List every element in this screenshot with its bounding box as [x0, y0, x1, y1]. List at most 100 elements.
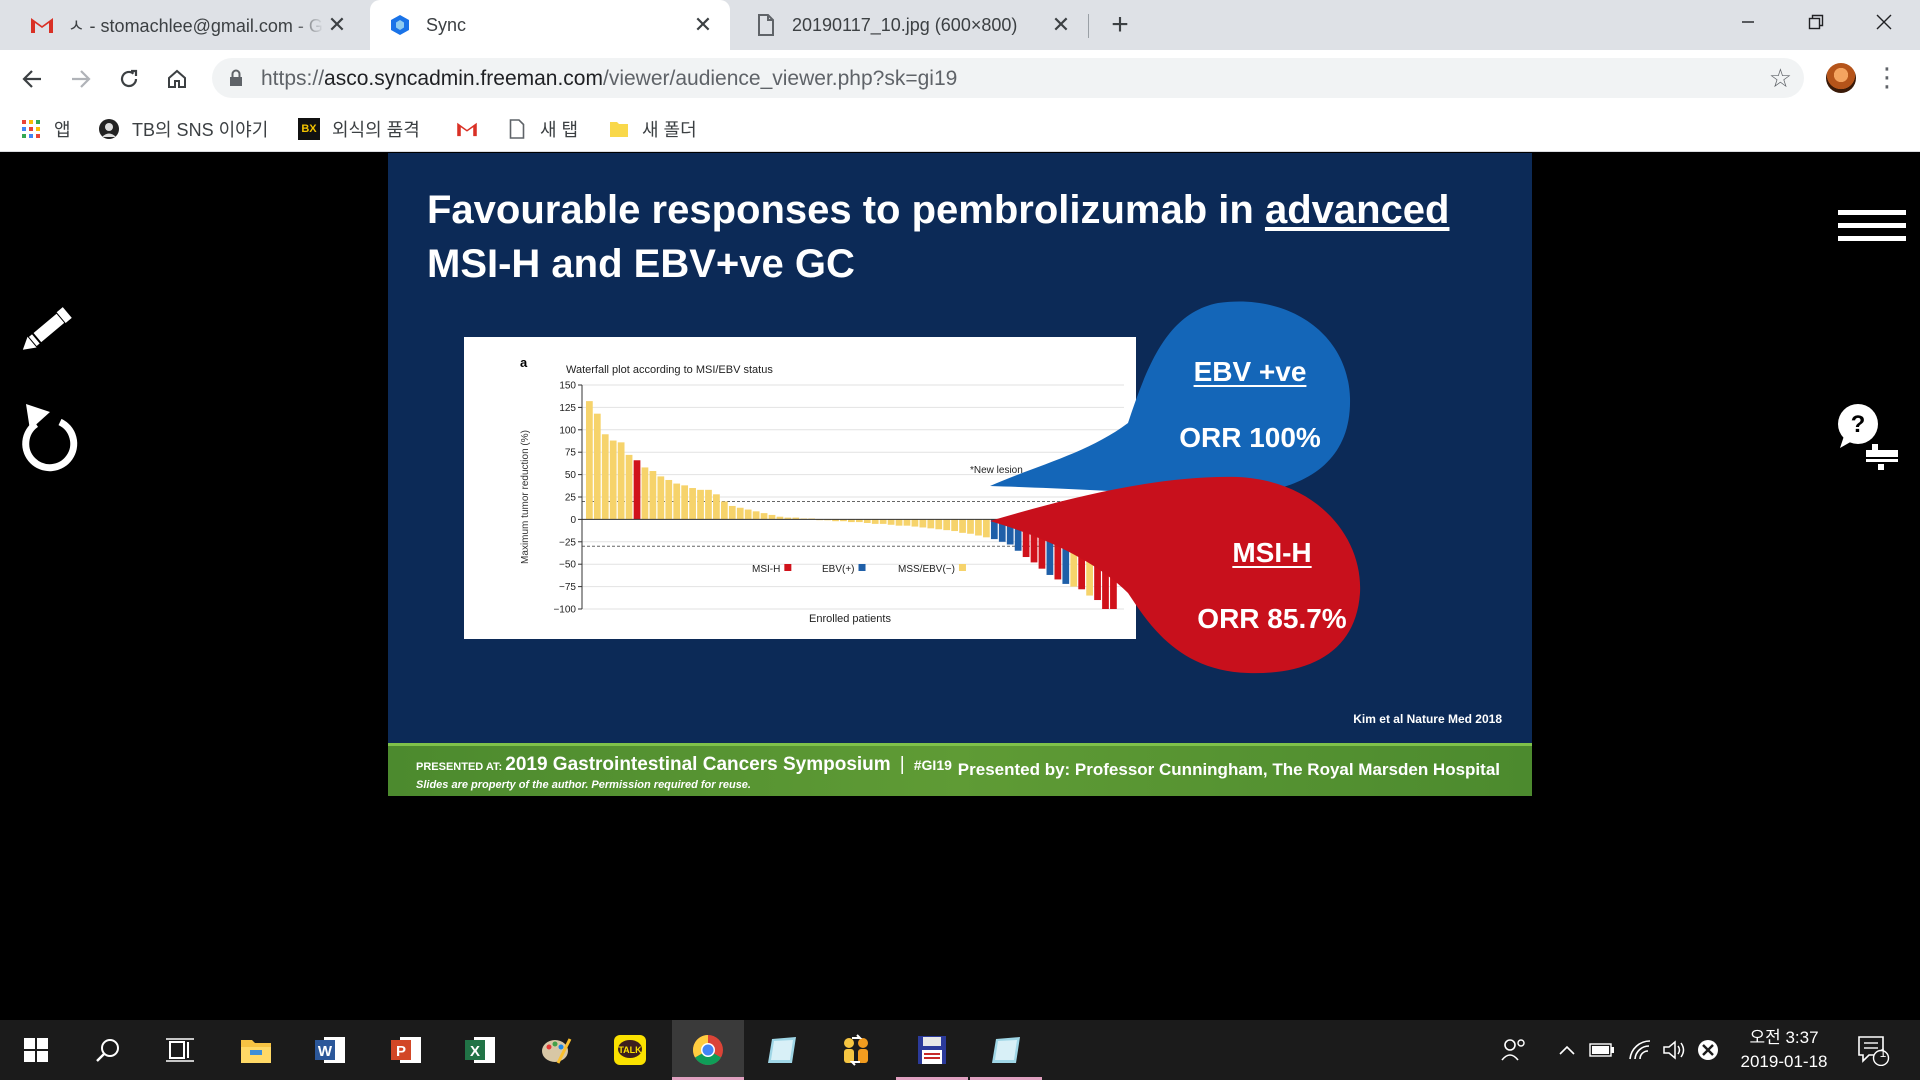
sync-icon: [388, 13, 412, 37]
help-button[interactable]: ?: [1836, 402, 1908, 472]
close-tab-icon[interactable]: ✕: [1048, 12, 1074, 38]
bubbles-layer: [990, 301, 1361, 674]
chrome-button[interactable]: [672, 1020, 744, 1080]
svg-text:P: P: [396, 1043, 406, 1060]
windows-logo-icon: [24, 1038, 48, 1062]
portrait-icon: [98, 118, 120, 140]
forward-button[interactable]: [66, 64, 96, 94]
forward-arrow-icon: [72, 70, 91, 88]
footer-disclaimer: Slides are property of the author. Permi…: [416, 779, 751, 791]
slide-citation: Kim et al Nature Med 2018: [1353, 712, 1502, 726]
bookmark-star-icon[interactable]: ☆: [1769, 65, 1792, 91]
powerpoint-button[interactable]: P: [370, 1020, 442, 1080]
file-explorer-button[interactable]: [220, 1020, 292, 1080]
bookmark-gmail[interactable]: [456, 114, 490, 144]
kakaotalk-icon: TALK: [614, 1035, 646, 1065]
restore-button[interactable]: [1780, 0, 1852, 44]
close-window-button[interactable]: [1848, 0, 1920, 44]
bookmark-label: 외식의 품격: [332, 120, 420, 140]
volume-control[interactable]: [1658, 1020, 1690, 1080]
save-app-button[interactable]: [896, 1020, 968, 1080]
app-tray-status[interactable]: [1692, 1020, 1724, 1080]
search-button[interactable]: [72, 1020, 144, 1080]
msi-bubble-title: MSI-H: [1232, 537, 1312, 568]
kakaotalk-button[interactable]: TALK: [594, 1020, 666, 1080]
taskbar-clock[interactable]: 오전 3:37 2019-01-18: [1724, 1026, 1844, 1074]
presentation-slide: Favourable responses to pembrolizumab in…: [388, 153, 1532, 796]
svg-text:X: X: [470, 1043, 480, 1060]
floppy-disk-icon: [918, 1036, 946, 1064]
action-center-button[interactable]: 1: [1852, 1020, 1896, 1080]
bookmark-new-folder[interactable]: 새 폴더: [608, 114, 697, 144]
battery-icon: [1589, 1043, 1614, 1057]
home-icon: [168, 69, 186, 88]
url-text: https://asco.syncadmin.freeman.com/viewe…: [261, 67, 958, 90]
ebv-bubble-orr: ORR 100%: [1179, 422, 1321, 453]
network-status[interactable]: [1624, 1020, 1656, 1080]
close-tab-icon[interactable]: ✕: [324, 12, 350, 38]
viewer-app-button[interactable]: [970, 1020, 1042, 1080]
gmail-icon: [30, 13, 54, 37]
close-tab-icon[interactable]: ✕: [690, 12, 716, 38]
tab-gmail[interactable]: ㅅ - stomachlee@gmail.com - Gmail ✕: [12, 0, 364, 50]
excel-icon: X: [465, 1037, 495, 1063]
tab-image[interactable]: 20190117_10.jpg (600×800) ✕: [736, 0, 1088, 50]
task-view-button[interactable]: [144, 1020, 216, 1080]
reload-icon: [120, 69, 138, 88]
tab-title: ㅅ - stomachlee@gmail.com - Gmail: [68, 16, 324, 36]
document-viewer-icon: [992, 1037, 1020, 1063]
excel-button[interactable]: X: [444, 1020, 516, 1080]
word-button[interactable]: W: [294, 1020, 366, 1080]
tab-sync[interactable]: Sync ✕: [370, 0, 730, 50]
reload-button[interactable]: [114, 64, 144, 94]
app-viewer-button[interactable]: [746, 1020, 818, 1080]
chrome-icon: [692, 1035, 723, 1066]
ebv-bubble-title: EBV +ve: [1193, 356, 1307, 387]
msi-bubble: [990, 476, 1361, 674]
apps-grid-icon: [20, 118, 42, 140]
bx-logo-icon: BX: [298, 118, 320, 140]
clock-time: 오전 3:37: [1749, 1028, 1819, 1047]
pencil-tool-button[interactable]: [14, 296, 82, 364]
tab-title: 20190117_10.jpg (600×800): [792, 14, 1018, 35]
home-button[interactable]: [162, 64, 192, 94]
battery-status[interactable]: [1586, 1020, 1618, 1080]
pencil-icon: [22, 307, 72, 350]
people-transfer-icon: [844, 1034, 868, 1066]
people-app-button[interactable]: [820, 1020, 892, 1080]
help-bubble-icon: ?: [1838, 404, 1900, 470]
footer-event-line: PRESENTED AT: 2019 Gastrointestinal Canc…: [416, 754, 952, 775]
address-bar[interactable]: https://asco.syncadmin.freeman.com/viewe…: [212, 58, 1804, 98]
folder-icon: [608, 118, 630, 140]
show-hidden-icons-button[interactable]: [1552, 1020, 1582, 1080]
chrome-menu-button[interactable]: ⋮: [1874, 63, 1900, 93]
minimize-button[interactable]: [1712, 0, 1784, 44]
viewer-menu-button[interactable]: [1838, 208, 1906, 244]
bookmarks-bar: 앱 TB의 SNS 이야기 BX 외식의 품격 새 탭 새 폴더: [0, 106, 1920, 152]
file-icon: [754, 13, 778, 37]
windows-taskbar: W P X TALK 오전 3:37 2019-01-18 1: [0, 1020, 1920, 1080]
bookmark-label: 새 탭: [540, 120, 579, 140]
bookmark-label: 새 폴더: [642, 120, 697, 140]
svg-text:?: ?: [1851, 411, 1866, 438]
bookmark-apps[interactable]: 앱: [20, 114, 71, 144]
document-viewer-icon: [768, 1037, 796, 1063]
page-icon: [506, 118, 528, 140]
word-icon: W: [315, 1037, 345, 1063]
bookmark-tb-sns[interactable]: TB의 SNS 이야기: [98, 114, 268, 144]
back-arrow-icon: [22, 70, 41, 88]
back-button[interactable]: [17, 64, 47, 94]
paint-button[interactable]: [520, 1020, 592, 1080]
bookmark-restaurant[interactable]: BX 외식의 품격: [298, 114, 420, 144]
profile-avatar[interactable]: [1826, 63, 1856, 93]
browser-toolbar: https://asco.syncadmin.freeman.com/viewe…: [0, 50, 1920, 106]
undo-button[interactable]: [16, 400, 80, 472]
start-button[interactable]: [0, 1020, 72, 1080]
people-tray-button[interactable]: [1496, 1020, 1532, 1080]
bookmark-new-tab[interactable]: 새 탭: [506, 114, 578, 144]
svg-text:W: W: [318, 1043, 333, 1060]
ebv-bubble: [990, 301, 1351, 496]
bookmark-label: TB의 SNS 이야기: [132, 120, 269, 140]
new-tab-button[interactable]: +: [1106, 10, 1134, 40]
close-circle-icon: [1698, 1040, 1718, 1060]
